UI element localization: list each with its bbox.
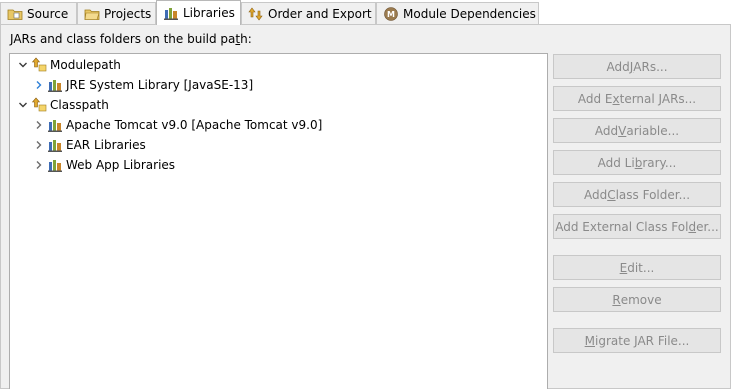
chevron-down-icon[interactable]: [16, 58, 30, 72]
chevron-right-icon[interactable]: [32, 78, 46, 92]
library-icon: [47, 77, 63, 93]
tree-item-apache-tomcat[interactable]: Apache Tomcat v9.0 [Apache Tomcat v9.0]: [32, 115, 322, 135]
chevron-right-icon[interactable]: [32, 138, 46, 152]
library-icon: [47, 157, 63, 173]
classpath-icon: [31, 97, 47, 113]
chevron-down-icon[interactable]: [16, 98, 30, 112]
add-external-class-folder-button[interactable]: Add External Class Fol d er...: [553, 214, 721, 239]
tab-label: Projects: [104, 7, 152, 21]
tree-item-label: Apache Tomcat v9.0 [Apache Tomcat v9.0]: [66, 118, 323, 132]
add-library-button[interactable]: Add Li b rary...: [553, 150, 721, 175]
libraries-icon: [163, 5, 179, 21]
build-path-tree[interactable]: Modulepath JRE System Library [JavaSE-13…: [9, 53, 548, 389]
tab-libraries[interactable]: Libraries: [156, 0, 241, 25]
tree-item-label: Classpath: [50, 98, 109, 112]
build-path-caption: JARs and class folders on the build path…: [10, 32, 252, 46]
modulepath-icon: [31, 57, 47, 73]
order-export-icon: [248, 6, 264, 22]
tree-item-ear-libraries[interactable]: EAR Libraries: [32, 135, 146, 155]
add-external-jars-button[interactable]: Add Ex ternal JARs...: [553, 86, 721, 111]
tab-module-dependencies[interactable]: M Module Dependencies: [376, 2, 539, 25]
tab-source[interactable]: Source: [0, 2, 77, 25]
tab-label: Libraries: [183, 6, 235, 20]
source-folder-icon: [7, 6, 23, 22]
chevron-right-icon[interactable]: [32, 118, 46, 132]
library-icon: [47, 137, 63, 153]
tree-item-label: Modulepath: [50, 58, 121, 72]
tab-order-and-export[interactable]: Order and Export: [241, 2, 376, 25]
tab-bar: Source Projects Libraries Order and Expo…: [0, 0, 731, 25]
library-icon: [47, 117, 63, 133]
remove-button[interactable]: Remove: [553, 287, 721, 312]
projects-icon: [84, 6, 100, 22]
tree-item-jre-system-library[interactable]: JRE System Library [JavaSE-13]: [32, 75, 253, 95]
migrate-jar-file-button[interactable]: Migrate JAR File...: [553, 328, 721, 353]
tree-item-label: JRE System Library [JavaSE-13]: [66, 78, 254, 92]
add-class-folder-button[interactable]: Add Class Folder...: [553, 182, 721, 207]
tree-item-label: EAR Libraries: [66, 138, 146, 152]
module-icon: M: [383, 6, 399, 22]
edit-button[interactable]: Edit...: [553, 255, 721, 280]
tab-projects[interactable]: Projects: [77, 2, 156, 25]
chevron-right-icon[interactable]: [32, 158, 46, 172]
tree-item-label: Web App Libraries: [66, 158, 176, 172]
add-jars-button[interactable]: Add J ARs...: [553, 54, 721, 79]
add-variable-button[interactable]: Add Variable...: [553, 118, 721, 143]
tab-label: Module Dependencies: [403, 7, 536, 21]
tab-label: Source: [27, 7, 69, 21]
tab-label: Order and Export: [268, 7, 372, 21]
tree-item-classpath[interactable]: Classpath: [16, 95, 109, 115]
svg-text:M: M: [387, 10, 395, 19]
tree-item-web-app-libraries[interactable]: Web App Libraries: [32, 155, 175, 175]
tree-item-modulepath[interactable]: Modulepath: [16, 55, 121, 75]
